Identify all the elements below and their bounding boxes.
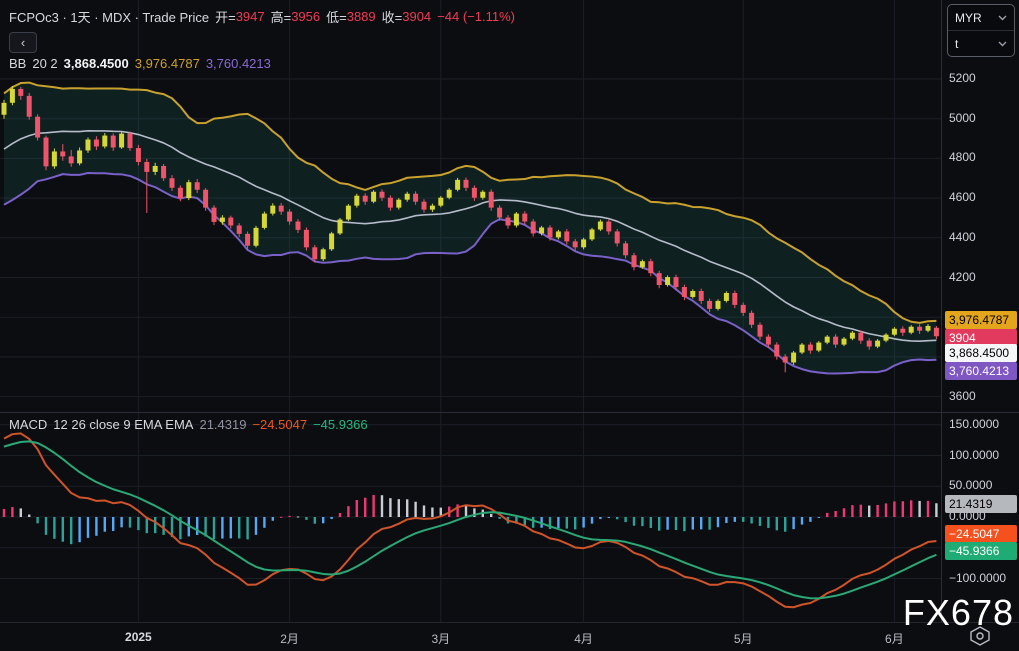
macd-hist-value: 21.4319 — [199, 417, 247, 432]
price-tick-label: 4600 — [949, 190, 976, 205]
macd-legend[interactable]: MACD 12 26 close 9 EMA EMA 21.4319 −24.5… — [9, 417, 368, 432]
bb-name: BB — [9, 56, 27, 71]
axis-price-badge: 21.4319 — [945, 495, 1017, 513]
macd-tick-label: −100.0000 — [949, 570, 1007, 585]
price-tick-label: 4200 — [949, 269, 976, 284]
currency-select[interactable]: MYR — [948, 5, 1014, 30]
macd-params: 12 26 close 9 EMA EMA — [53, 417, 194, 432]
price-tick-label: 4400 — [949, 229, 976, 244]
macd-name: MACD — [9, 417, 48, 432]
chevron-down-icon — [998, 15, 1007, 21]
price-tick-label: 3600 — [949, 388, 976, 403]
macd-line-value: −24.5047 — [252, 417, 308, 432]
close-value: 3904 — [402, 9, 432, 24]
logo-hexagon-icon[interactable] — [968, 626, 992, 651]
price-axis[interactable]: 5200 5000 4800 4600 4400 4200 3600 150.0000 100.… — [941, 0, 1019, 622]
time-axis[interactable]: 2025 2月 3月 4月 5月 6月 — [0, 622, 1019, 651]
macd-tick-label: 100.0000 — [949, 447, 1000, 462]
price-tick-label: 5000 — [949, 110, 976, 125]
symbol-legend: FCPOc3 · 1天 · MDX · Trade Price 开= 3947 高… — [9, 7, 515, 26]
bb-upper-value: 3,976.4787 — [134, 56, 200, 71]
symbol-title[interactable]: FCPOc3 · 1天 · MDX · Trade Price — [9, 7, 209, 26]
macd-tick-label: 150.0000 — [949, 416, 1000, 431]
time-axis-label[interactable]: 2025 — [125, 630, 152, 644]
high-label: 高= — [270, 10, 292, 25]
chevron-down-icon — [998, 41, 1007, 47]
axis-price-badge: 3,976.4787 — [945, 311, 1017, 329]
trading-chart-app: FCPOc3 · 1天 · MDX · Trade Price 开= 3947 高… — [0, 0, 1019, 651]
macd-signal-value: −45.9366 — [313, 417, 368, 432]
time-axis-label[interactable]: 6月 — [885, 630, 904, 647]
back-button[interactable]: ‹ — [9, 32, 37, 53]
unit-value: t — [955, 36, 959, 51]
axis-price-badge: −24.5047 — [945, 525, 1017, 543]
axis-price-badge: 3,868.4500 — [945, 344, 1017, 362]
time-axis-label[interactable]: 2月 — [280, 630, 299, 647]
open-value: 3947 — [235, 9, 265, 24]
open-label: 开= — [215, 10, 236, 25]
bb-basis-value: 3,868.4500 — [63, 56, 129, 71]
chart-canvas[interactable] — [0, 0, 1019, 651]
time-axis-label[interactable]: 4月 — [574, 630, 593, 647]
macd-tick-label: 50.0000 — [949, 478, 993, 493]
axis-price-badge: −45.9366 — [945, 542, 1017, 560]
currency-unit-selector: MYR t — [947, 4, 1015, 57]
fx678-watermark: FX678 — [902, 592, 1014, 633]
change-value: −44 (−1.11%) — [437, 9, 515, 24]
low-label: 低= — [326, 10, 347, 25]
bb-lower-value: 3,760.4213 — [205, 56, 271, 71]
currency-value: MYR — [955, 10, 982, 25]
unit-select[interactable]: t — [948, 30, 1014, 56]
time-axis-label[interactable]: 3月 — [431, 630, 450, 647]
bb-params: 20 2 — [32, 56, 58, 71]
price-tick-label: 5200 — [949, 71, 976, 85]
time-axis-label[interactable]: 5月 — [734, 630, 753, 647]
low-value: 3889 — [346, 9, 376, 24]
chevron-left-icon: ‹ — [20, 35, 26, 50]
price-tick-label: 4800 — [949, 150, 976, 165]
axis-price-badge: 3,760.4213 — [945, 362, 1017, 380]
bb-legend[interactable]: BB 20 2 3,868.4500 3,976.4787 3,760.4213 — [9, 56, 271, 71]
close-label: 收= — [381, 10, 403, 25]
high-value: 3956 — [291, 9, 321, 24]
